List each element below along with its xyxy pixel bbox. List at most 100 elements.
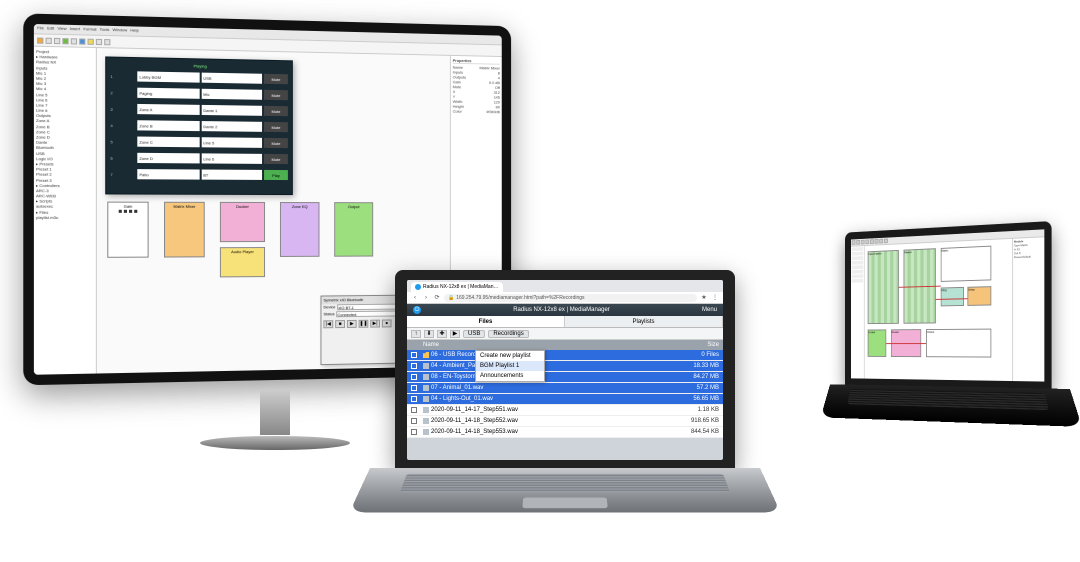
toolbar-icon[interactable] [865,239,869,244]
toolbar-new-icon[interactable] [37,37,43,43]
row-checkbox[interactable] [407,385,421,391]
mixer-row[interactable]: 6 Zone D Line 6 Mute [110,151,288,167]
back-button[interactable]: ‹ [411,294,419,302]
toolbar-icon[interactable] [875,239,879,244]
mm-tabs[interactable]: Files Playlists [407,316,723,328]
mixer-src2[interactable]: Dante 2 [201,121,262,132]
mixer-panel[interactable]: Playing 1 Lobby BGM USB Mute 2 Paging Mi… [105,56,293,195]
browser-urlbar[interactable]: ‹ › ⟳ 🔒 169.254.79.95 /mediamanager.html… [407,292,723,304]
palette-item[interactable] [852,247,863,251]
toolbar-save-icon[interactable] [54,37,60,43]
col-size[interactable]: Size [679,342,723,348]
row-checkbox[interactable] [407,407,421,413]
ctx-announcements[interactable]: Announcements [476,371,544,381]
menu-tools[interactable]: Tools [100,27,110,34]
menu-format[interactable]: Format [83,26,96,33]
block-ducker[interactable]: Ducker [220,202,265,242]
table-row[interactable]: 2020-09-11_14-18_Step553.wav 844.54 KB [407,427,723,438]
mute-button[interactable]: Mute [264,154,288,164]
menu-view[interactable]: View [57,26,66,33]
mute-button[interactable]: Mute [264,106,288,116]
mixer-src2[interactable]: Dante 1 [201,105,262,116]
composer-properties[interactable]: Module Type Matrix In 12 Out 8 Preset De… [1012,237,1044,381]
toolbar-icon[interactable] [884,238,888,243]
mixer-src[interactable]: Paging [137,88,199,99]
mute-button[interactable]: Mute [264,138,288,148]
block-faders[interactable]: Input Faders [868,250,899,324]
reload-button[interactable]: ⟳ [433,294,441,302]
forward-button[interactable]: › [422,294,430,302]
up-button[interactable]: ↑ [411,330,421,338]
address-bar[interactable]: 🔒 169.254.79.95 /mediamanager.html?path=… [444,294,697,302]
block-output[interactable]: Output [334,202,373,257]
toolbar-compile-icon[interactable] [88,38,94,44]
mixer-row[interactable]: 5 Zone C Line 5 Mute [110,134,288,150]
browser-tab[interactable]: Radius NX-12x8 ex | MediaMan… [411,282,503,292]
palette-item[interactable] [852,265,863,269]
file-list[interactable]: 06 - USB Recordings 0 Files 04 - Ambient… [407,350,723,438]
mixer-row[interactable]: 3 Zone A Dante 1 Mute [110,101,288,118]
mixer-src[interactable]: Zone B [137,120,199,131]
mixer-src[interactable]: Zone C [137,137,199,148]
table-row[interactable]: 2020-09-11_14-18_Step552.wav 918.65 KB [407,416,723,427]
mixer-src[interactable]: Zone A [137,104,199,115]
composer-palette[interactable] [851,246,865,379]
menu-button[interactable]: Menu [702,307,717,313]
row-checkbox[interactable] [407,418,421,424]
prev-button[interactable]: |◀ [323,320,333,328]
mixer-src[interactable]: Lobby BGM [137,71,199,82]
mute-button[interactable]: Mute [264,74,288,84]
project-tree[interactable]: Project ▸ Hardware Radius NX Inputs Mic … [34,47,97,375]
mixer-src2[interactable]: Line 5 [201,137,262,148]
toolbar-open-icon[interactable] [46,37,52,43]
table-row[interactable]: 04 - Ambient_Pad_02.wav 18.33 MB [407,361,723,372]
mixer-src2[interactable]: Mic [201,89,262,100]
stop-button[interactable]: ■ [335,320,345,328]
mm-column-headers[interactable]: Name Size [407,340,723,350]
toolbar-run-icon[interactable] [62,38,68,44]
breadcrumb-usb[interactable]: USB [463,330,485,338]
prop-row[interactable]: Color#f3b0d6 [453,109,500,115]
block-gain[interactable]: Gain [107,202,148,258]
block-eq[interactable]: PEQ [941,287,964,306]
toolbar-icon[interactable] [852,240,856,245]
mixer-row[interactable]: 2 Paging Mic Mute [110,85,288,102]
mixer-row[interactable]: 1 Lobby BGM USB Mute [110,69,288,86]
toolbar-undo-icon[interactable] [96,38,102,44]
mixer-src2[interactable]: BT [201,170,262,180]
browser-tabbar[interactable]: Radius NX-12x8 ex | MediaMan… [407,280,723,292]
row-checkbox[interactable] [407,363,421,369]
palette-item[interactable] [852,270,863,274]
toolbar-stop-icon[interactable] [71,38,77,44]
extensions-icon[interactable]: ★ [700,294,708,302]
tab-playlists[interactable]: Playlists [565,316,723,327]
menu-help[interactable]: Help [130,27,138,34]
block-matrix[interactable]: Matrix [941,246,992,282]
ctx-create-playlist[interactable]: Create new playlist [476,351,544,361]
pause-button[interactable]: ❚❚ [359,320,369,328]
new-folder-button[interactable]: ✚ [437,330,447,338]
composer-canvas[interactable]: Input Faders Meters Matrix PEQ Delay Lim… [865,239,1013,381]
mixer-src2[interactable]: USB [201,73,262,84]
prop-row[interactable]: Preset Default [1014,254,1043,259]
tab-files[interactable]: Files [407,316,565,327]
mixer-src2[interactable]: Line 6 [201,153,262,164]
table-row[interactable]: 07 - Animal_01.wav 57.2 MB [407,383,723,394]
menu-insert[interactable]: Insert [70,26,80,33]
block-eq[interactable]: Zone EQ [280,202,320,257]
toolbar-connect-icon[interactable] [79,38,85,44]
menu-edit[interactable]: Edit [47,25,54,32]
row-checkbox[interactable] [407,396,421,402]
palette-item[interactable] [852,279,863,283]
block-delay[interactable]: Delay [967,286,991,306]
block-matrix[interactable]: Matrix Mixer [164,202,205,258]
palette-item[interactable] [852,252,863,256]
menu-icon[interactable]: ⋮ [711,294,719,302]
toolbar-redo-icon[interactable] [104,39,110,45]
palette-item[interactable] [852,261,863,265]
play-button[interactable]: ▶ [450,330,460,338]
toolbar-icon[interactable] [861,240,865,245]
row-checkbox[interactable] [407,374,421,380]
block-output[interactable]: Output [926,329,991,358]
table-row[interactable]: 2020-09-11_14-17_Step551.wav 1.18 KB [407,405,723,416]
